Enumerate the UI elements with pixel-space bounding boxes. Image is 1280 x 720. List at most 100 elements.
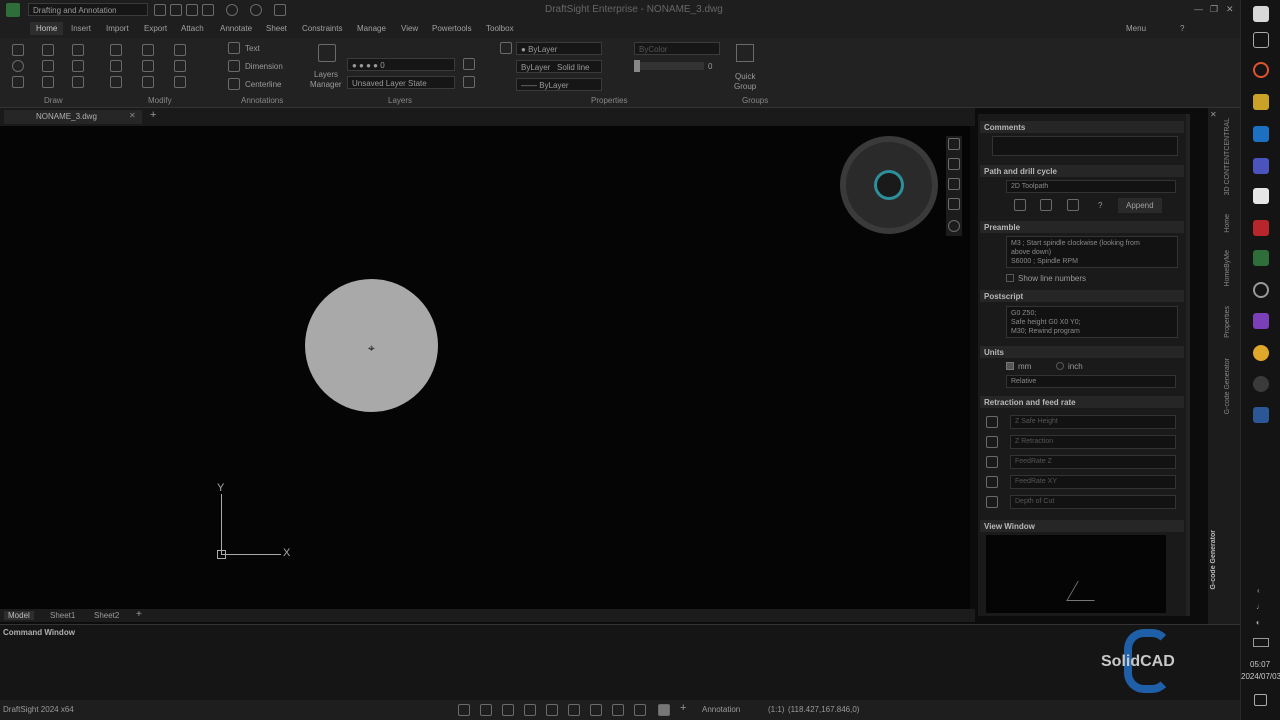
keyboard-icon[interactable] — [1253, 638, 1269, 647]
side-tab-gcode-generator[interactable]: G-code Generator — [1224, 358, 1231, 414]
transparency-slider[interactable] — [634, 60, 704, 72]
esnap-icon[interactable] — [568, 704, 580, 716]
path-header[interactable]: Path and drill cycle — [980, 165, 1184, 177]
line-icon[interactable] — [12, 44, 24, 56]
notion-icon[interactable] — [1253, 188, 1269, 204]
annotation-scale[interactable]: (1:1) — [768, 705, 784, 714]
new-file-icon[interactable] — [154, 4, 166, 16]
erase-icon[interactable] — [274, 4, 286, 16]
teams-icon[interactable] — [1253, 158, 1269, 174]
arc-icon[interactable] — [42, 60, 54, 72]
ortho-icon[interactable] — [524, 704, 536, 716]
move-icon[interactable] — [110, 44, 122, 56]
settings-gears-icon[interactable] — [1014, 199, 1026, 211]
visual-studio-icon[interactable] — [1253, 313, 1269, 329]
polygon-icon[interactable] — [72, 76, 84, 88]
undo-icon[interactable] — [226, 4, 238, 16]
maximize-button[interactable]: ❐ — [1210, 4, 1218, 15]
sheet-tab-sheet2[interactable]: Sheet2 — [94, 611, 119, 620]
chrome-icon[interactable] — [1253, 345, 1269, 361]
help-icon[interactable]: ? — [1180, 24, 1184, 33]
comments-header[interactable]: Comments — [980, 121, 1184, 133]
export-icon[interactable] — [1040, 199, 1052, 211]
text-button[interactable]: Text — [245, 44, 260, 53]
rectangle-icon[interactable] — [72, 60, 84, 72]
clock-date[interactable]: 2024/07/03 — [1241, 672, 1280, 681]
active-app-icon[interactable] — [1253, 282, 1269, 298]
task-view-icon[interactable] — [1253, 32, 1269, 48]
centerline-button[interactable]: Centerline — [245, 80, 281, 89]
spline-icon[interactable] — [12, 76, 24, 88]
layer-state-dropdown[interactable]: Unsaved Layer State — [347, 76, 455, 89]
lineweight-dropdown[interactable]: —— ByLayer — [516, 78, 602, 91]
layer-dropdown[interactable]: ● ● ● ● 0 — [347, 58, 455, 71]
dimension-button[interactable]: Dimension — [245, 62, 283, 71]
sheet-tab-sheet1[interactable]: Sheet1 — [50, 611, 75, 620]
mirror-icon[interactable] — [142, 60, 154, 72]
bycolor-dropdown[interactable]: ByColor — [634, 42, 720, 55]
outlook-icon[interactable] — [1253, 126, 1269, 142]
dimension-icon[interactable] — [228, 60, 240, 72]
explode-icon[interactable] — [174, 60, 186, 72]
add-sheet-button[interactable]: + — [136, 609, 142, 620]
close-tab-icon[interactable]: ✕ — [129, 111, 136, 120]
rotate-icon[interactable] — [110, 60, 122, 72]
qinput-icon[interactable] — [634, 704, 646, 716]
search-icon[interactable] — [1253, 62, 1269, 78]
toolpath-dropdown[interactable]: 2D Toolpath — [1006, 180, 1176, 193]
z-retraction-input[interactable]: Z Retraction — [1010, 435, 1176, 449]
preamble-header[interactable]: Preamble — [980, 221, 1184, 233]
polyline-icon[interactable] — [42, 44, 54, 56]
tab-sheet[interactable]: Sheet — [266, 24, 287, 33]
windows-start-icon[interactable] — [1253, 6, 1269, 22]
tab-view[interactable]: View — [401, 24, 418, 33]
snap-icon[interactable] — [458, 704, 470, 716]
point-icon[interactable] — [72, 44, 84, 56]
app-logo-icon[interactable] — [6, 3, 20, 17]
microphone-icon[interactable]: ♩ — [1256, 602, 1264, 611]
feedrate-xy-input[interactable]: FeedRate XY — [1010, 475, 1176, 489]
panel-scrollbar[interactable] — [1186, 114, 1190, 616]
quick-group-icon[interactable] — [736, 44, 754, 62]
quick-group-label-1[interactable]: Quick — [735, 72, 755, 81]
color-dropdown[interactable]: ● ByLayer — [516, 42, 602, 55]
tab-powertools[interactable]: Powertools — [432, 24, 472, 33]
tab-home[interactable]: Home — [30, 22, 64, 35]
menu-button[interactable]: Menu — [1126, 24, 1146, 33]
side-tab-home[interactable]: Home — [1224, 214, 1231, 233]
lweight-icon[interactable] — [612, 704, 624, 716]
zoom-icon[interactable] — [948, 178, 960, 190]
etrack-icon[interactable] — [590, 704, 602, 716]
chat-icon[interactable] — [1253, 376, 1269, 392]
tab-manage[interactable]: Manage — [357, 24, 386, 33]
depth-of-cut-input[interactable]: Depth of Cut — [1010, 495, 1176, 509]
print-icon[interactable] — [202, 4, 214, 16]
tab-toolbox[interactable]: Toolbox — [486, 24, 514, 33]
view-window-preview[interactable] — [986, 535, 1166, 613]
tab-import[interactable]: Import — [106, 24, 129, 33]
layer-check-icon[interactable] — [463, 58, 475, 70]
linestyle-dropdown[interactable]: ByLayer Solid line — [516, 60, 602, 73]
close-button[interactable]: ✕ — [1226, 4, 1234, 15]
settings-icon[interactable] — [948, 220, 960, 232]
active-side-tab[interactable]: G-code Generator — [1210, 530, 1217, 590]
comments-field[interactable] — [992, 136, 1178, 156]
preamble-textarea[interactable]: M3 ; Start spindle clockwise (looking fr… — [1006, 236, 1178, 268]
units-header[interactable]: Units — [980, 346, 1184, 358]
command-window[interactable]: Command Window SolidCAD — [0, 624, 1240, 700]
layers-manager-label-2[interactable]: Manager — [310, 80, 342, 89]
show-line-numbers-checkbox[interactable] — [1006, 274, 1014, 282]
pan-icon[interactable] — [948, 158, 960, 170]
tab-annotate[interactable]: Annotate — [220, 24, 252, 33]
side-tab-properties[interactable]: Properties — [1224, 306, 1231, 338]
side-tab-3d-contentcentral[interactable]: 3D CONTENTCENTRAL — [1224, 118, 1231, 195]
centerline-icon[interactable] — [228, 78, 240, 90]
quick-group-label-2[interactable]: Group — [734, 82, 756, 91]
workspace-dropdown[interactable]: Drafting and Annotation — [28, 3, 148, 16]
postscript-textarea[interactable]: G0 Z50; Safe height G0 X0 Y0; M30; Rewin… — [1006, 306, 1178, 338]
view-cube-icon[interactable] — [874, 170, 904, 200]
save-icon[interactable] — [186, 4, 198, 16]
doc-tab-noname3[interactable]: NONAME_3.dwg — [4, 110, 142, 124]
layers-manager-label-1[interactable]: Layers — [314, 70, 338, 79]
model-space-icon[interactable] — [658, 704, 670, 716]
